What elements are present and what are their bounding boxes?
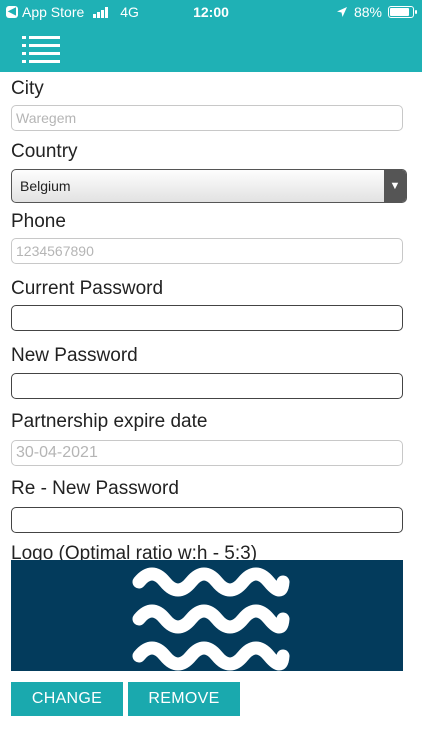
- battery-icon: [388, 6, 417, 18]
- battery-percent: 88%: [353, 4, 382, 20]
- current-password-label: Current Password: [11, 278, 164, 299]
- waves-logo-icon: [132, 567, 290, 671]
- remove-button[interactable]: REMOVE: [128, 682, 240, 716]
- city-label: City: [11, 78, 44, 99]
- country-selected-value: Belgium: [20, 178, 71, 194]
- country-label: Country: [11, 141, 78, 162]
- partnership-expire-input: 30-04-2021: [11, 440, 403, 466]
- battery-level-fill: [390, 8, 410, 16]
- current-password-input[interactable]: [11, 305, 403, 331]
- status-bar-right: 88%: [336, 4, 417, 20]
- nav-bar: [0, 26, 422, 72]
- status-bar: ◀ App Store 4G 12:00 88%: [0, 0, 422, 26]
- chevron-down-icon[interactable]: ▼: [384, 170, 406, 202]
- location-arrow-icon: [336, 7, 347, 17]
- re-new-password-input[interactable]: [11, 507, 403, 533]
- new-password-label: New Password: [11, 345, 138, 366]
- phone-input[interactable]: 1234567890: [11, 238, 403, 264]
- hamburger-menu-icon[interactable]: [22, 34, 60, 64]
- partnership-expire-label: Partnership expire date: [11, 411, 208, 432]
- change-button[interactable]: CHANGE: [11, 682, 123, 716]
- phone-label: Phone: [11, 211, 66, 232]
- country-select[interactable]: Belgium ▼: [11, 169, 407, 203]
- re-new-password-label: Re - New Password: [11, 478, 179, 499]
- logo-image[interactable]: [11, 560, 403, 671]
- new-password-input[interactable]: [11, 373, 403, 399]
- city-input[interactable]: Waregem: [11, 105, 403, 131]
- profile-form: City Waregem Country Belgium ▼ Phone 123…: [11, 76, 407, 567]
